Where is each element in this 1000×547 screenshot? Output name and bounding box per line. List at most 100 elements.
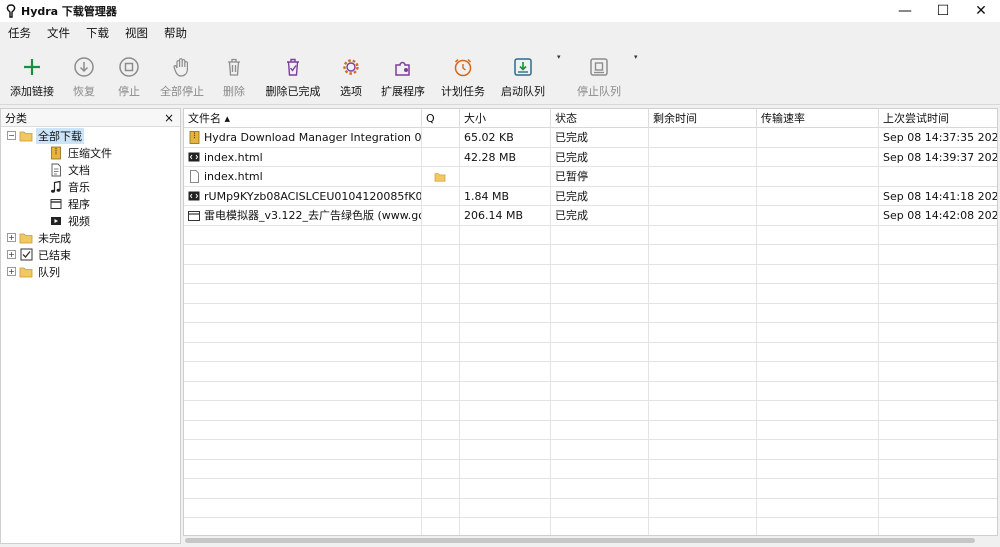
menu-task[interactable]: 任务 [0,23,39,44]
cell-speed [757,186,879,206]
tree-item-documents[interactable]: 文档 [1,161,180,178]
menu-file[interactable]: 文件 [39,23,78,44]
delete-button[interactable]: 删除 [218,55,250,101]
cell-q [422,167,460,186]
cell-last_try [879,440,997,459]
cell-q [422,459,460,479]
cell-name [184,459,422,479]
tree-item-incomplete[interactable]: + 未完成 [1,229,180,246]
cell-q [422,245,460,264]
table-row[interactable]: index.html 已暂停 [184,167,997,187]
app-logo-icon [3,3,19,19]
tree-item-video[interactable]: 视频 [1,212,180,229]
stop-queue-dropdown-icon[interactable]: ▾ [634,53,638,61]
cell-speed [757,342,879,362]
column-header-last-try[interactable]: 上次尝试时间 [879,109,997,128]
maximize-button[interactable]: ☐ [924,0,962,22]
resume-download-icon [72,55,96,79]
cell-status [551,420,649,440]
cell-name [184,440,422,459]
program-window-icon [49,197,63,211]
cell-q [422,440,460,459]
cell-status [551,440,649,459]
table-row[interactable]: index.html 42.28 MB 已完成 Sep 08 14:39:37 202… [184,147,997,167]
tree-label-music: 音乐 [68,180,90,194]
column-header-size[interactable]: 大小 [460,109,551,128]
cell-status [551,323,649,342]
tree-item-compressed[interactable]: 压缩文件 [1,144,180,161]
scrollbar-thumb[interactable] [185,538,975,543]
extensions-button[interactable]: 扩展程序 [380,55,426,101]
start-queue-button[interactable]: 启动队列 [500,55,546,101]
expand-toggle[interactable]: + [7,250,16,259]
scheduler-button[interactable]: 计划任务 [440,55,486,101]
folder-icon [19,231,33,245]
cell-size [460,420,551,440]
plus-icon [20,55,44,79]
cell-name [184,479,422,498]
delete-completed-button[interactable]: 删除已完成 [265,55,321,101]
start-queue-dropdown-icon[interactable]: ▾ [557,53,561,61]
tree-item-queues[interactable]: + 队列 [1,263,180,280]
close-button[interactable]: ✕ [962,0,1000,22]
sidebar-close-button[interactable]: × [164,111,174,125]
menu-view[interactable]: 视图 [117,23,156,44]
menu-help[interactable]: 帮助 [156,23,195,44]
cell-remaining [649,225,757,245]
cell-size [460,323,551,342]
column-header-q[interactable]: Q [422,109,460,128]
empty-table-row [184,303,997,323]
cell-speed [757,128,879,147]
cell-status [551,264,649,284]
cell-name [184,518,422,535]
puzzle-icon [391,55,415,79]
tree-item-finished[interactable]: + 已结束 [1,246,180,263]
window-title: Hydra 下载管理器 [21,5,117,18]
empty-table-row [184,342,997,362]
tree-item-music[interactable]: 音乐 [1,178,180,195]
cell-status [551,518,649,535]
expand-toggle[interactable]: + [7,233,16,242]
expand-toggle[interactable]: + [7,267,16,276]
table-row[interactable]: Hydra Download Manager Integration 0.3.1… [184,128,997,148]
file-name: Hydra Download Manager Integration 0.3.1… [204,131,422,144]
cell-speed [757,245,879,264]
cell-status [551,284,649,303]
stop-all-button[interactable]: 全部停止 [158,55,206,101]
empty-table-row [184,225,997,245]
options-button[interactable]: 选项 [336,55,366,101]
tree-item-all-downloads[interactable]: − 全部下载 [1,127,180,144]
stop-button[interactable]: 停止 [113,55,145,101]
cell-last_try: Sep 08 14:42:08 2026 [883,209,998,222]
cell-size: 1.84 MB [460,186,551,206]
horizontal-scrollbar[interactable] [183,536,998,545]
cell-q [422,284,460,303]
cell-q [422,518,460,535]
cell-remaining [649,186,757,206]
column-header-filename[interactable]: 文件名 ▴ [184,109,422,128]
minimize-button[interactable]: — [886,0,924,22]
table-row[interactable]: rUMp9KYzb08ACISLCEU0104120085fK0E010.r 1.… [184,186,997,206]
cell-status [551,381,649,401]
column-header-status[interactable]: 状态 [551,109,649,128]
collapse-toggle[interactable]: − [7,131,16,140]
cell-status [551,245,649,264]
column-header-remaining[interactable]: 剩余时间 [649,109,757,128]
empty-table-row [184,264,997,284]
cell-status [551,479,649,498]
menu-download[interactable]: 下载 [78,23,117,44]
table-row[interactable]: 雷电模拟器_v3.122_去广告绿色版 (www.gozyh 206.14 MB 已… [184,206,998,226]
category-sidebar: 分类 × − 全部下载 压缩文件 文档 音乐 程序 视频 + 未完成 + 已结束… [0,108,181,544]
tree-item-programs[interactable]: 程序 [1,195,180,212]
empty-table-row [184,245,997,265]
column-header-speed[interactable]: 传输速率 [757,109,879,128]
cell-size [460,362,551,381]
cell-q [422,147,460,167]
stop-queue-button[interactable]: 停止队列 [576,55,622,101]
cell-name [184,362,422,381]
resume-button[interactable]: 恢复 [68,55,100,101]
tree-label-queues: 队列 [38,265,60,279]
cell-name: 雷电模拟器_v3.122_去广告绿色版 (www.gozyh [184,206,422,225]
cell-speed [757,303,879,323]
add-link-button[interactable]: 添加链接 [10,55,54,101]
